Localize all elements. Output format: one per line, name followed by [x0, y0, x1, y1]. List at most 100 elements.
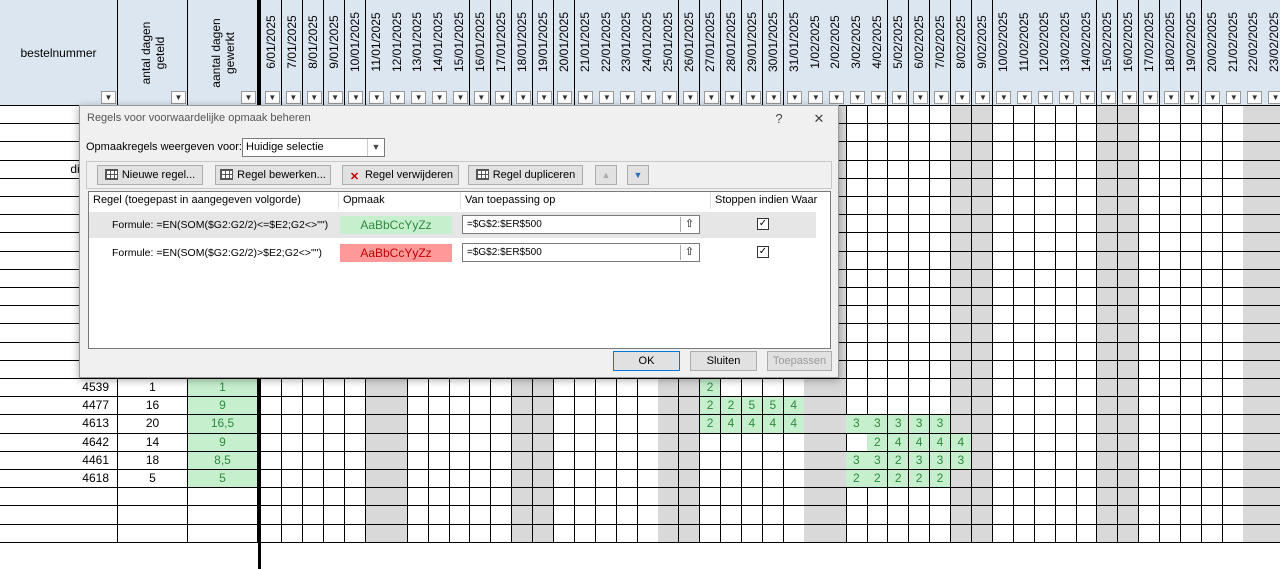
cell-day[interactable] — [532, 379, 555, 398]
cell-day[interactable] — [908, 324, 931, 343]
cell-day[interactable] — [428, 524, 450, 543]
cell-day[interactable] — [825, 415, 847, 434]
cell-day[interactable] — [971, 178, 993, 197]
cell-day[interactable] — [971, 379, 993, 398]
filter-dropdown-icon[interactable]: ▼ — [285, 91, 301, 104]
cell-day[interactable] — [261, 488, 283, 507]
cell-day[interactable] — [1097, 451, 1119, 470]
cell-day[interactable] — [428, 397, 450, 416]
cell-day[interactable] — [1180, 215, 1202, 234]
cell-day[interactable] — [428, 379, 450, 398]
cell-day[interactable] — [281, 470, 304, 489]
cell-day[interactable] — [1097, 160, 1119, 179]
cell-day[interactable] — [908, 524, 931, 543]
filter-dropdown-icon[interactable]: ▼ — [850, 91, 866, 104]
cell-day[interactable] — [261, 470, 283, 489]
cell-day[interactable] — [888, 506, 910, 525]
cell-day[interactable] — [908, 215, 931, 234]
cell-day[interactable] — [1243, 215, 1265, 234]
cell-dagen-gewerkt[interactable]: 9 — [188, 397, 258, 416]
cell-day[interactable] — [1034, 488, 1056, 507]
cell-day[interactable] — [825, 397, 847, 416]
header-date[interactable]: 12/01/2025 ▼ — [386, 0, 408, 106]
header-date[interactable]: 22/01/2025 ▼ — [595, 0, 617, 106]
cell-day[interactable] — [1138, 470, 1161, 489]
cell-day[interactable] — [888, 106, 910, 125]
cell-day[interactable] — [470, 415, 492, 434]
cell-day[interactable] — [1076, 197, 1098, 216]
filter-dropdown-icon[interactable]: ▼ — [306, 91, 322, 104]
cell-day[interactable] — [950, 197, 973, 216]
cell-day[interactable] — [532, 415, 555, 434]
filter-dropdown-icon[interactable]: ▼ — [1079, 91, 1095, 104]
header-date[interactable]: 7/01/2025 ▼ — [281, 0, 304, 106]
cell-dagen-gewerkt[interactable]: 1 — [188, 379, 258, 398]
cell-day[interactable] — [929, 251, 952, 270]
cell-day[interactable] — [1180, 360, 1202, 379]
cell-day[interactable] — [490, 379, 513, 398]
cell-day[interactable] — [804, 415, 826, 434]
cell-day[interactable] — [1076, 379, 1098, 398]
cell-day[interactable] — [950, 106, 973, 125]
cell-day[interactable] — [867, 197, 889, 216]
cell-day[interactable] — [365, 451, 387, 470]
cell-day[interactable] — [950, 233, 973, 252]
cell-day[interactable] — [1076, 506, 1098, 525]
cell-day[interactable] — [1264, 379, 1280, 398]
cell-dagen-geteld[interactable] — [118, 488, 188, 507]
cell-dagen-geteld[interactable]: 5 — [118, 470, 188, 489]
cell-day[interactable] — [1117, 451, 1140, 470]
filter-dropdown-icon[interactable]: ▼ — [703, 91, 719, 104]
cell-day[interactable] — [511, 488, 534, 507]
cell-day[interactable] — [511, 506, 534, 525]
cell-day[interactable] — [658, 397, 680, 416]
cell-day[interactable] — [1055, 142, 1077, 161]
cell-day[interactable] — [1138, 251, 1161, 270]
cell-day[interactable] — [846, 397, 868, 416]
cell-day[interactable] — [595, 379, 617, 398]
cell-day[interactable] — [741, 524, 764, 543]
cell-day[interactable] — [449, 488, 471, 507]
cell-day[interactable] — [344, 397, 366, 416]
cell-day[interactable] — [658, 451, 680, 470]
move-down-button[interactable]: ▼ — [627, 165, 649, 185]
header-date[interactable]: 8/01/2025 ▼ — [302, 0, 325, 106]
filter-dropdown-icon[interactable]: ▼ — [954, 91, 970, 104]
cell-day[interactable] — [595, 470, 617, 489]
cell-day[interactable] — [950, 488, 973, 507]
cell-day[interactable] — [616, 379, 638, 398]
cell-day[interactable] — [929, 360, 952, 379]
cell-dagen-geteld[interactable]: 18 — [118, 451, 188, 470]
cell-day[interactable] — [1117, 142, 1140, 161]
cell-day[interactable] — [1264, 197, 1280, 216]
cell-day[interactable] — [1222, 269, 1244, 288]
cell-day[interactable] — [1117, 251, 1140, 270]
cell-day[interactable] — [386, 524, 408, 543]
cell-day[interactable] — [1055, 160, 1077, 179]
cell-day[interactable] — [1201, 342, 1223, 361]
cell-day[interactable] — [323, 488, 346, 507]
cell-day[interactable] — [1055, 124, 1077, 143]
cell-day[interactable] — [553, 470, 575, 489]
cell-day[interactable] — [386, 379, 408, 398]
cell-day[interactable] — [825, 488, 847, 507]
cell-day[interactable]: 2 — [846, 470, 868, 489]
cell-day[interactable] — [1201, 197, 1223, 216]
cell-day[interactable] — [1138, 433, 1161, 452]
cell-day[interactable] — [1201, 215, 1223, 234]
cell-day[interactable] — [1201, 306, 1223, 325]
filter-dropdown-icon[interactable]: ▼ — [1184, 91, 1200, 104]
cell-day[interactable] — [1264, 178, 1280, 197]
cell-day[interactable] — [1076, 360, 1098, 379]
cell-day[interactable] — [699, 524, 722, 543]
cell-day[interactable] — [1117, 215, 1140, 234]
cell-day[interactable] — [992, 306, 1014, 325]
cell-day[interactable] — [658, 506, 680, 525]
cell-day[interactable] — [1117, 360, 1140, 379]
header-date[interactable]: 9/01/2025 ▼ — [323, 0, 346, 106]
cell-day[interactable]: 2 — [867, 433, 889, 452]
cell-day[interactable] — [1222, 306, 1244, 325]
header-date[interactable]: 7/02/2025 ▼ — [929, 0, 952, 106]
cell-day[interactable] — [1201, 379, 1223, 398]
cell-day[interactable] — [929, 215, 952, 234]
